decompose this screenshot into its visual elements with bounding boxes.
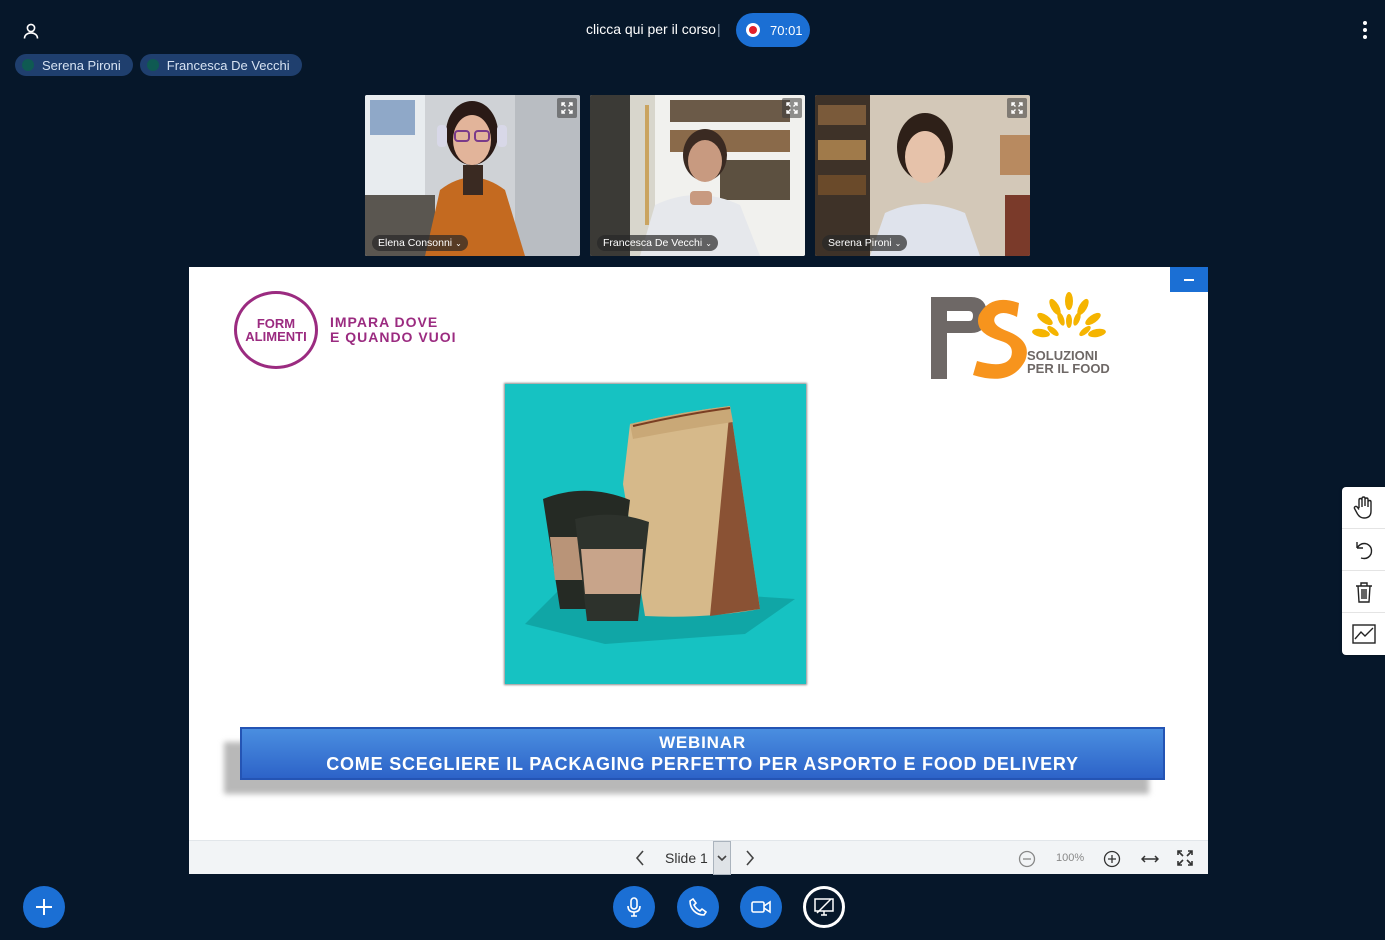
chevron-down-icon: ⌄ xyxy=(705,238,712,248)
phone-icon xyxy=(689,898,707,916)
fullscreen-button[interactable] xyxy=(1177,850,1195,868)
expand-video-button[interactable] xyxy=(557,98,577,118)
chevron-down-icon xyxy=(717,855,727,862)
presentation-area: FORM ALIMENTI IMPARA DOVE E QUANDO VUOI xyxy=(189,267,1208,875)
banner-line-2: COME SCEGLIERE IL PACKAGING PERFETTO PER… xyxy=(326,754,1079,774)
trash-icon xyxy=(1355,581,1372,603)
undo-button[interactable] xyxy=(1342,529,1385,571)
chevron-down-icon: ⌄ xyxy=(455,238,462,248)
slide-canvas: FORM ALIMENTI IMPARA DOVE E QUANDO VUOI xyxy=(189,267,1208,840)
tagline-line: E QUANDO VUOI xyxy=(330,329,457,345)
webcam-feed xyxy=(590,95,805,256)
slide-select-dropdown[interactable] xyxy=(713,841,731,875)
leave-audio-button[interactable] xyxy=(677,886,719,928)
recording-time: 70:01 xyxy=(770,22,803,38)
expand-video-button[interactable] xyxy=(782,98,802,118)
user-list-button[interactable] xyxy=(18,18,44,44)
presentation-toolbar: Slide 1 100% xyxy=(189,840,1208,875)
screen-share-icon xyxy=(814,898,834,916)
video-name-dropdown[interactable]: Serena Pironi ⌄ xyxy=(822,235,908,251)
tagline-line: PER IL FOOD xyxy=(1027,361,1110,376)
camera-button[interactable] xyxy=(740,886,782,928)
expand-video-button[interactable] xyxy=(1007,98,1027,118)
plus-icon xyxy=(36,899,52,915)
microphone-icon xyxy=(627,897,641,917)
screen-share-button[interactable] xyxy=(803,886,845,928)
video-tile[interactable]: Elena Consonni ⌄ xyxy=(365,95,580,256)
webcam-feed xyxy=(365,95,580,256)
previous-slide-button[interactable] xyxy=(631,849,649,867)
fullscreen-icon xyxy=(1177,850,1193,866)
webcam-strip: Elena Consonni ⌄ Francesca De Vecchi ⌄ S… xyxy=(365,95,1030,256)
zoom-out-button[interactable] xyxy=(1018,850,1036,868)
talker-chip[interactable]: Francesca De Vecchi xyxy=(139,54,302,76)
chevron-down-icon: ⌄ xyxy=(894,238,902,248)
banner-line-1: WEBINAR xyxy=(659,733,746,752)
camera-icon xyxy=(751,900,771,914)
user-icon xyxy=(23,23,39,39)
zoom-out-icon xyxy=(1018,850,1036,868)
microphone-button[interactable] xyxy=(613,886,655,928)
multi-user-whiteboard-button[interactable] xyxy=(1342,613,1385,655)
expand-icon xyxy=(786,102,798,114)
fit-to-width-button[interactable] xyxy=(1140,850,1160,868)
zoom-in-button[interactable] xyxy=(1103,850,1121,868)
ps-tagline: SOLUZIONI PER IL FOOD xyxy=(1027,349,1110,375)
kebab-icon xyxy=(1363,21,1367,25)
chevron-left-icon xyxy=(635,850,644,866)
whiteboard-toolbar xyxy=(1342,487,1385,655)
talker-avatar xyxy=(22,59,34,71)
webcam-feed xyxy=(815,95,1030,256)
zoom-in-icon xyxy=(1103,850,1121,868)
video-name-dropdown[interactable]: Elena Consonni ⌄ xyxy=(372,235,468,251)
minus-icon xyxy=(1184,278,1194,281)
next-slide-button[interactable] xyxy=(741,849,759,867)
packaging-image xyxy=(525,406,795,644)
undo-icon xyxy=(1355,541,1372,559)
expand-icon xyxy=(1011,102,1023,114)
video-name: Serena Pironi xyxy=(828,237,892,249)
soluzioni-per-il-food-logo: SOLUZIONI PER IL FOOD xyxy=(929,291,1129,381)
video-name-dropdown[interactable]: Francesca De Vecchi ⌄ xyxy=(597,235,718,251)
talking-indicator: Serena Pironi Francesca De Vecchi xyxy=(15,54,302,76)
header-separator: | xyxy=(717,21,721,37)
talker-name: Serena Pironi xyxy=(42,57,121,73)
minimize-presentation-button[interactable] xyxy=(1170,267,1208,292)
zoom-level: 100% xyxy=(1056,852,1085,864)
slide-number: Slide 1 xyxy=(665,850,708,866)
video-tile[interactable]: Serena Pironi ⌄ xyxy=(815,95,1030,256)
recording-button[interactable]: 70:01 xyxy=(736,13,810,47)
formalimenti-logo: FORM ALIMENTI IMPARA DOVE E QUANDO VUOI xyxy=(234,291,457,369)
talker-chip[interactable]: Serena Pironi xyxy=(15,54,133,76)
clear-annotations-button[interactable] xyxy=(1342,571,1385,613)
chart-icon xyxy=(1351,624,1376,644)
chevron-right-icon xyxy=(746,850,755,866)
course-link[interactable]: clicca qui per il corso xyxy=(586,21,716,37)
fit-width-icon xyxy=(1140,855,1160,863)
pan-tool-button[interactable] xyxy=(1342,487,1385,529)
hand-icon xyxy=(1353,495,1372,519)
options-button[interactable] xyxy=(1357,18,1373,42)
logo-text: ALIMENTI xyxy=(245,329,307,344)
actions-button[interactable] xyxy=(23,886,65,928)
packaging-illustration xyxy=(505,384,806,684)
formalimenti-tagline: IMPARA DOVE E QUANDO VUOI xyxy=(330,315,457,345)
talker-avatar xyxy=(146,59,159,71)
expand-icon xyxy=(561,102,573,114)
formalimenti-seal: FORM ALIMENTI xyxy=(234,291,318,369)
webinar-title-banner: WEBINAR COME SCEGLIERE IL PACKAGING PERF… xyxy=(240,727,1165,780)
video-tile[interactable]: Francesca De Vecchi ⌄ xyxy=(590,95,805,256)
tagline-line: IMPARA DOVE xyxy=(330,314,439,330)
record-icon xyxy=(746,23,760,37)
video-name: Elena Consonni xyxy=(378,237,453,249)
talker-name: Francesca De Vecchi xyxy=(166,57,290,73)
video-name: Francesca De Vecchi xyxy=(603,237,703,249)
